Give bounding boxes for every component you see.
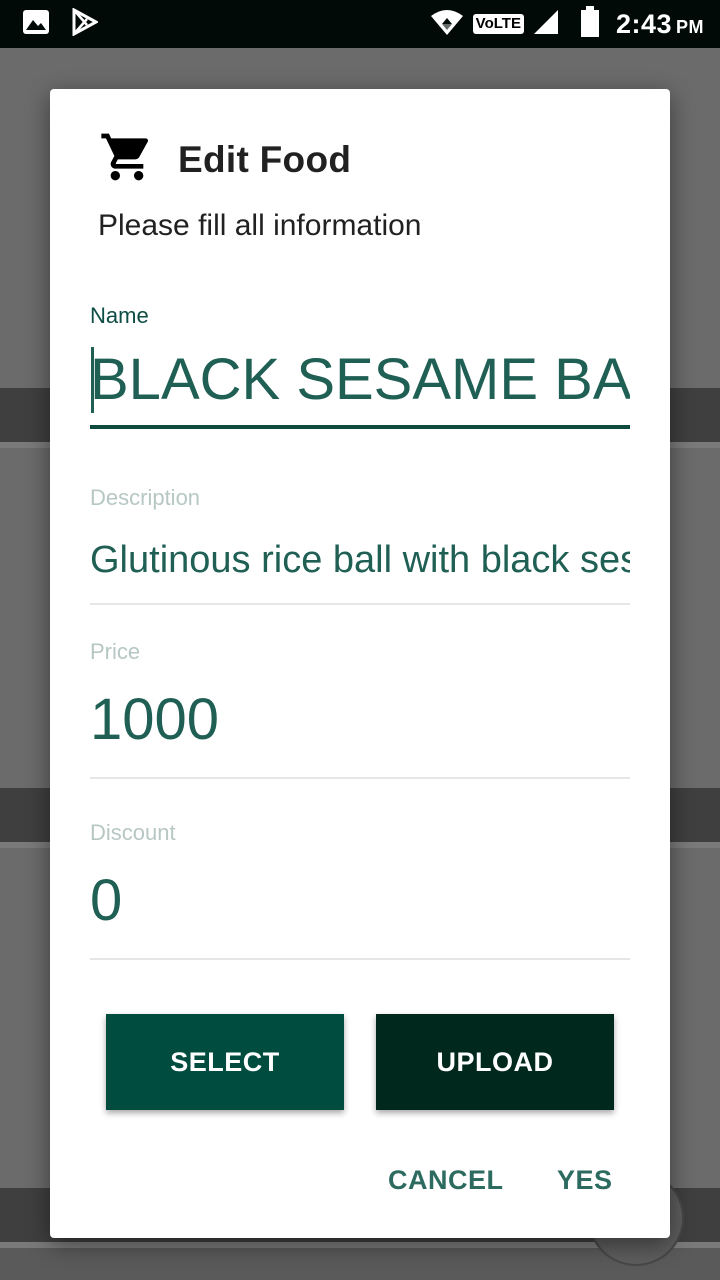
gallery-icon [22,9,50,40]
discount-label: Discount [90,820,176,845]
text-cursor [91,347,94,413]
upload-button[interactable]: UPLOAD [376,1014,614,1110]
name-value: BLACK SESAME BALL [90,347,630,412]
name-label: Name [90,303,149,328]
description-value: Glutinous rice ball with black sesame [90,539,630,581]
volte-badge: VoLTE [472,14,524,34]
price-underline [90,777,630,779]
discount-value: 0 [90,868,123,933]
description-label: Description [90,485,201,510]
status-time: 2:43 [615,8,672,39]
dialog-title: Edit Food [178,138,352,180]
price-input[interactable]: 1000 [90,677,630,763]
price-value: 1000 [90,687,220,752]
dialog-header: Edit Food [98,129,351,190]
discount-input[interactable]: 0 [90,858,630,944]
yes-button[interactable]: YES [557,1165,613,1196]
price-field[interactable]: Price 1000 [90,639,630,779]
status-bar: VoLTE 2:43 PM [0,0,720,48]
signal-icon [532,8,560,41]
wifi-icon [429,8,465,41]
price-label: Price [90,639,141,664]
discount-underline [90,958,630,960]
edit-food-dialog: Edit Food Please fill all information Na… [50,89,670,1238]
status-ampm: PM [676,16,704,37]
status-clock: 2:43 PM [616,9,704,40]
cart-icon [98,129,156,190]
discount-field[interactable]: Discount 0 [90,820,630,960]
name-input[interactable]: BLACK SESAME BALL [90,337,630,423]
play-store-icon [72,6,100,41]
dialog-message: Please fill all information [98,209,422,242]
cancel-button[interactable]: CANCEL [388,1165,504,1196]
battery-icon [580,5,600,43]
description-underline [90,603,630,605]
description-field[interactable]: Description Glutinous rice ball with bla… [90,485,630,605]
name-underline [90,425,630,429]
select-button[interactable]: SELECT [106,1014,344,1110]
name-field[interactable]: Name BLACK SESAME BALL [90,303,630,429]
description-input[interactable]: Glutinous rice ball with black sesame [90,529,630,591]
